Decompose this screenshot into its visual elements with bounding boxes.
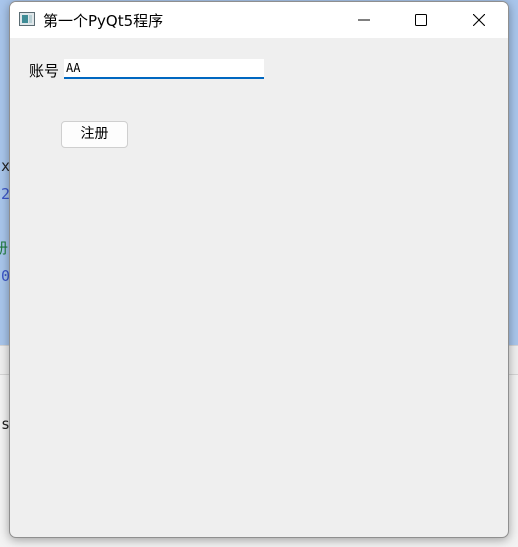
app-window-icon — [19, 12, 35, 26]
account-label: 账号 — [29, 62, 60, 80]
close-icon — [473, 14, 485, 26]
minimize-button[interactable] — [341, 2, 387, 38]
close-button[interactable] — [456, 2, 502, 38]
minimize-icon — [358, 19, 370, 21]
register-button[interactable]: 注册 — [61, 121, 128, 148]
maximize-button[interactable] — [398, 2, 444, 38]
maximize-icon — [415, 14, 427, 26]
background-code-fragment: 册 — [0, 239, 9, 257]
account-input[interactable] — [64, 59, 264, 79]
title-bar[interactable]: 第一个PyQt5程序 — [10, 2, 508, 38]
app-window: 第一个PyQt5程序 账号 注册 — [9, 1, 509, 538]
window-title: 第一个PyQt5程序 — [43, 12, 164, 30]
